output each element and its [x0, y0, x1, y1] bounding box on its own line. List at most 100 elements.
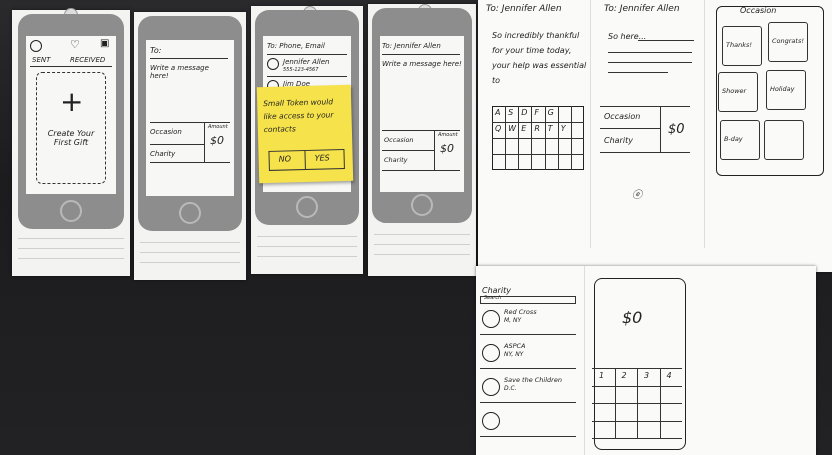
- thank-you-message: So incredibly thankful for your time tod…: [492, 31, 587, 85]
- permission-yes-button: YES: [314, 153, 330, 163]
- tab-underline: [30, 66, 112, 67]
- grid-line: [592, 368, 682, 369]
- home-button-icon: [296, 196, 318, 218]
- profile-icon: [30, 40, 42, 52]
- large-paper-top: To: Jennifer Allen So incredibly thankfu…: [478, 0, 832, 272]
- template-form-lines: [257, 236, 357, 278]
- permission-text: Small Token would like access to your co…: [263, 97, 334, 135]
- key-a: A: [495, 108, 501, 117]
- charity-location: NY, NY: [504, 351, 524, 358]
- phone-screen: ♡ ▣ SENT RECEIVED + Create Your First Gi…: [26, 36, 116, 194]
- to-recipient: To: Jennifer Allen: [486, 4, 562, 14]
- sketch-sheet-1: ♡ ▣ SENT RECEIVED + Create Your First Gi…: [12, 8, 130, 276]
- charity-logo: [482, 378, 500, 396]
- grid-line: [592, 438, 682, 439]
- key-f: F: [534, 108, 540, 117]
- message-placeholder: Write a message here!: [150, 64, 209, 80]
- permission-no-button: NO: [278, 154, 292, 164]
- grid-line: [492, 122, 584, 123]
- key-r: R: [534, 124, 540, 133]
- amount-divider: [660, 106, 661, 152]
- row-line: [480, 368, 576, 369]
- text-line: [608, 72, 668, 73]
- amount-value: $0: [440, 142, 454, 155]
- text-line: [608, 62, 692, 63]
- key-e: E: [521, 124, 527, 133]
- key-d: D: [521, 108, 528, 117]
- key-q: Q: [495, 124, 502, 133]
- key-y: Y: [560, 124, 566, 133]
- grid-line: [592, 385, 682, 387]
- home-button-icon: [411, 194, 433, 216]
- keyboard-letters: ASDFG QWERTY: [492, 106, 584, 170]
- create-gift-text: Create Your First Gift: [47, 129, 95, 147]
- template-form-lines: [140, 242, 240, 284]
- occasion-tile: [764, 120, 804, 160]
- tab-received: RECEIVED: [70, 56, 106, 64]
- charity-search-label: Search: [484, 295, 502, 301]
- gift-icon: ▣: [100, 38, 110, 49]
- fold-line: [590, 0, 591, 248]
- template-form-lines: [374, 234, 470, 276]
- grid-line: [592, 403, 682, 404]
- keypad-key: 3: [644, 371, 650, 380]
- amount-label: Amount: [208, 124, 228, 130]
- to-label: To: Jennifer Allen: [382, 42, 441, 50]
- charity-title: Charity: [482, 286, 511, 295]
- key-s: S: [508, 108, 514, 117]
- text-line: [638, 40, 694, 41]
- occasion-grid: Thanks! Congrats! Shower Holiday B-day: [718, 20, 822, 170]
- row-line: [480, 334, 576, 335]
- occasion-label: Occasion: [150, 128, 182, 136]
- to-label: To: Phone, Email: [267, 42, 325, 50]
- contact-phone: 555-123-4567: [283, 67, 319, 73]
- to-recipient: To: Jennifer Allen: [604, 4, 680, 14]
- to-label: To:: [150, 46, 162, 55]
- keypad-key: 1: [599, 371, 605, 380]
- row-line: [480, 436, 576, 437]
- charity-logo: [482, 344, 500, 362]
- occasion-title: Occasion: [740, 6, 777, 15]
- section-line: [382, 170, 460, 171]
- text-line: [608, 52, 692, 53]
- charity-label: Charity: [604, 136, 633, 145]
- amount-label: Amount: [438, 132, 458, 138]
- sketch-sheet-2: To: Write a message here! Occasion Amoun…: [134, 12, 246, 280]
- phone-frame: ♡ ▣ SENT RECEIVED + Create Your First Gi…: [18, 14, 124, 229]
- charity-logo: [482, 412, 500, 430]
- create-gift-dashed-box: + Create Your First Gift: [36, 72, 106, 184]
- plus-icon: +: [60, 85, 84, 118]
- home-button-icon: [60, 200, 82, 222]
- occasion-label: Occasion: [384, 136, 414, 144]
- section-line: [382, 150, 434, 151]
- sketch-sheet-4: To: Jennifer Allen Write a message here!…: [368, 4, 476, 276]
- large-paper-bottom: Charity Search Red Cross M, NY ASPCA NY, NY…: [476, 266, 816, 455]
- amount-divider: [434, 130, 435, 170]
- section-line: [150, 122, 230, 123]
- fold-line: [584, 266, 585, 455]
- to-underline: [150, 58, 228, 59]
- phone-screen: To: Jennifer Allen Write a message here!…: [380, 36, 464, 192]
- section-line: [150, 162, 230, 163]
- occasion-label: Holiday: [770, 85, 795, 93]
- heart-icon: ♡: [70, 38, 80, 51]
- occasion-label: Congrats!: [772, 37, 804, 45]
- charity-location: D.C.: [504, 385, 517, 392]
- keypad-key: 4: [666, 371, 672, 380]
- charity-logo: [482, 310, 500, 328]
- charity-location: M, NY: [504, 317, 522, 324]
- grid-line: [592, 420, 682, 422]
- key-t: T: [547, 124, 553, 133]
- contact-name: Jennifer Allen: [283, 58, 330, 66]
- keypad-grid: 1 2 3 4: [592, 368, 682, 439]
- charity-name: Save the Children: [504, 376, 562, 384]
- amount-value: $0: [668, 122, 685, 137]
- occasion-label: B-day: [724, 135, 743, 143]
- grid-line: [492, 154, 584, 155]
- occasion-label: Occasion: [604, 112, 641, 121]
- to-underline: [382, 54, 460, 55]
- row-line: [267, 76, 347, 77]
- keypad-key: 2: [621, 371, 627, 380]
- key-g: G: [547, 108, 554, 117]
- section-line: [600, 106, 690, 107]
